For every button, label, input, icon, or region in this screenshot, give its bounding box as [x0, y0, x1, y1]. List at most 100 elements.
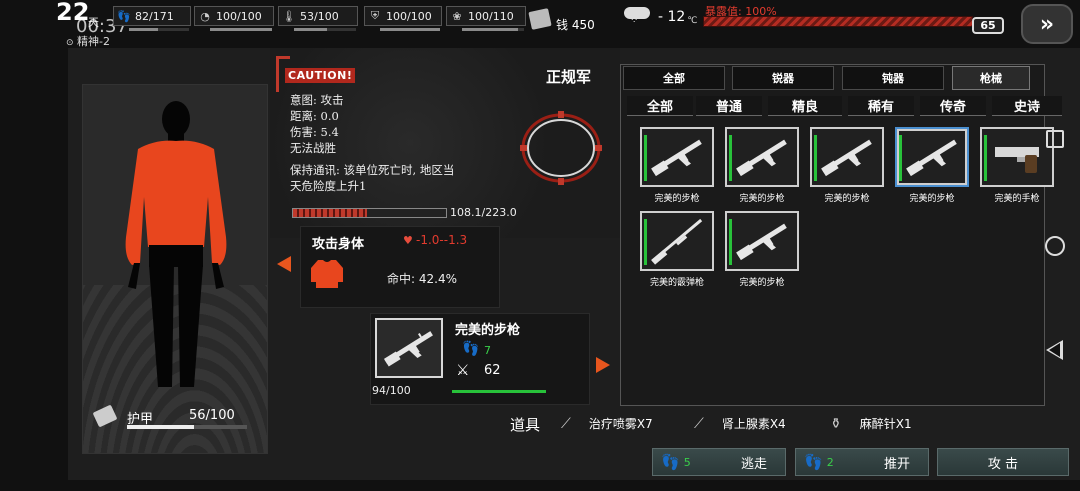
enemy-info: 意图: 攻击 距离: 0.0 伤害: 5.4 无法战胜 保持通讯: 该单位死亡时… [290, 92, 454, 194]
stat-bar [462, 28, 524, 31]
prev-part-arrow-icon[interactable] [277, 256, 291, 272]
item-healing-spray[interactable]: ⟋ 治疗喷雾X7 [561, 415, 653, 432]
durability-bar [814, 135, 817, 181]
category-tab[interactable]: 全部 [623, 66, 725, 90]
head-part[interactable] [162, 101, 190, 137]
weapon-card[interactable] [810, 127, 884, 187]
rarity-tab[interactable]: 史诗 [992, 96, 1062, 116]
durability-bar [984, 135, 987, 181]
rarity-tab[interactable]: 普通 [696, 96, 762, 116]
armor-bar [127, 425, 247, 429]
pelvis-part[interactable] [149, 245, 203, 267]
spirit-status: ⊙ 精神-2 [66, 33, 110, 49]
item-anesthetic[interactable]: ⚱ 麻醉针X1 [830, 415, 912, 432]
armor-value: 56/100 [189, 408, 235, 423]
weapon-damage: 62 [484, 363, 501, 378]
armor-bar-fill [127, 425, 195, 429]
vial-icon: ⚱ [830, 415, 842, 432]
money-value: 钱 450 [556, 18, 595, 32]
unwinnable-line: 无法战胜 [290, 141, 336, 155]
hit-rate: 命中: 42.4% [387, 272, 457, 286]
left-leg-part[interactable] [149, 265, 174, 387]
category-tab[interactable]: 枪械 [952, 66, 1030, 90]
footprints-icon: 👣 [117, 9, 131, 23]
broken-heart-icon: ♥ [403, 234, 413, 247]
stat-box: ❀ 100/110 [446, 6, 526, 26]
money: 钱 450 [528, 4, 595, 33]
keep-comm-line-2: 天危险度上升1 [290, 179, 367, 193]
escape-ap-cost: 5 [683, 455, 691, 469]
recent-apps-icon[interactable] [1046, 130, 1064, 148]
item-adrenaline[interactable]: ⟋ 肾上腺素X4 [694, 415, 786, 432]
stat-value: 100/100 [386, 9, 432, 23]
weapon-card[interactable] [895, 127, 969, 187]
distance-line: 距离: 0.0 [290, 109, 339, 123]
right-leg-part[interactable] [178, 265, 203, 387]
rarity-tab[interactable]: 稀有 [848, 96, 914, 116]
stat-box: ◔ 100/100 [194, 6, 274, 26]
stat-stomach: ◔ 100/100 [194, 5, 274, 31]
stat-shield-health: ⛨ 100/100 [364, 5, 442, 31]
weapon-card[interactable] [640, 211, 714, 271]
home-icon[interactable] [1045, 236, 1065, 256]
weapon-card[interactable] [725, 211, 799, 271]
stomach-icon: ◔ [200, 9, 210, 23]
weapon-card[interactable] [725, 127, 799, 187]
back-icon[interactable] [1046, 340, 1063, 360]
pistol-icon [995, 147, 1039, 173]
category-tab[interactable]: 钝器 [842, 66, 944, 90]
stat-box: 🌡 53/100 [278, 6, 358, 26]
durability-bar [644, 219, 647, 265]
temperature-unit: ℃ [687, 16, 698, 26]
item-label: 治疗喷雾X7 [588, 417, 653, 431]
push-label: 推开 [883, 456, 910, 472]
stat-value: 100/110 [468, 9, 514, 23]
weapon-card-name: 完美的手枪 [994, 194, 1040, 204]
rarity-tab[interactable]: 传奇 [920, 96, 986, 116]
weapon-durability-bar [452, 390, 546, 393]
target-crosshair-icon[interactable] [518, 110, 604, 186]
thermometer-icon: 🌡 [282, 9, 296, 23]
fast-forward-button[interactable]: » [1021, 4, 1073, 44]
attack-label: 攻 击 [987, 456, 1019, 472]
push-ap-cost: 2 [826, 455, 834, 469]
rarity-tab[interactable]: 全部 [627, 96, 693, 116]
shirt-icon [311, 260, 343, 288]
rarity-tab[interactable]: 精良 [768, 96, 842, 116]
weapon-card-name: 完美的步枪 [739, 278, 785, 288]
weapon-ap-cost: 7 [484, 344, 491, 357]
stat-value: 100/100 [216, 9, 262, 23]
weather: - 12 ℃ [622, 2, 697, 26]
inventory-slot[interactable]: 完美的霰弹枪 [640, 211, 714, 288]
escape-button[interactable]: 👣 5 逃走 [652, 448, 786, 476]
spirit-icon: ⊙ [66, 38, 74, 48]
inventory-slot[interactable]: 完美的步枪 [895, 127, 969, 204]
inventory-slot[interactable]: 完美的步枪 [640, 127, 714, 204]
inventory-slot[interactable]: 完美的步枪 [810, 127, 884, 204]
equipped-weapon-slot[interactable] [375, 318, 443, 378]
category-tab[interactable]: 锐器 [732, 66, 834, 90]
weapon-card[interactable] [640, 127, 714, 187]
inventory-slot[interactable]: 完美的步枪 [725, 127, 799, 204]
weapon-card[interactable] [980, 127, 1054, 187]
battery-indicator: 65 [972, 17, 1004, 34]
fast-forward-icon: » [1039, 11, 1055, 37]
shotgun-icon [651, 218, 703, 265]
enemy-hp-bar [292, 208, 447, 218]
temperature: - 12 [658, 9, 686, 25]
attack-button[interactable]: 攻 击 [937, 448, 1069, 476]
stat-box: 👣 82/171 [113, 6, 191, 26]
crossed-swords-icon: ⚔ [456, 361, 470, 379]
inventory-slot[interactable]: 完美的步枪 [725, 211, 799, 288]
shield-health-icon: ⛨ [370, 9, 380, 22]
weapon-card-name: 完美的步枪 [909, 194, 955, 204]
next-weapon-arrow-icon[interactable] [596, 357, 610, 373]
body-figure-panel: 护甲 56/100 [82, 84, 268, 454]
inventory-slot[interactable]: 完美的手枪 [980, 127, 1054, 204]
rifle-icon [736, 139, 787, 177]
stat-thermometer: 🌡 53/100 [278, 5, 358, 31]
stat-bar-fill [294, 28, 327, 31]
escape-label: 逃走 [740, 456, 767, 472]
push-button[interactable]: 👣 2 推开 [795, 448, 929, 476]
damage-line: 伤害: 5.4 [290, 125, 339, 139]
